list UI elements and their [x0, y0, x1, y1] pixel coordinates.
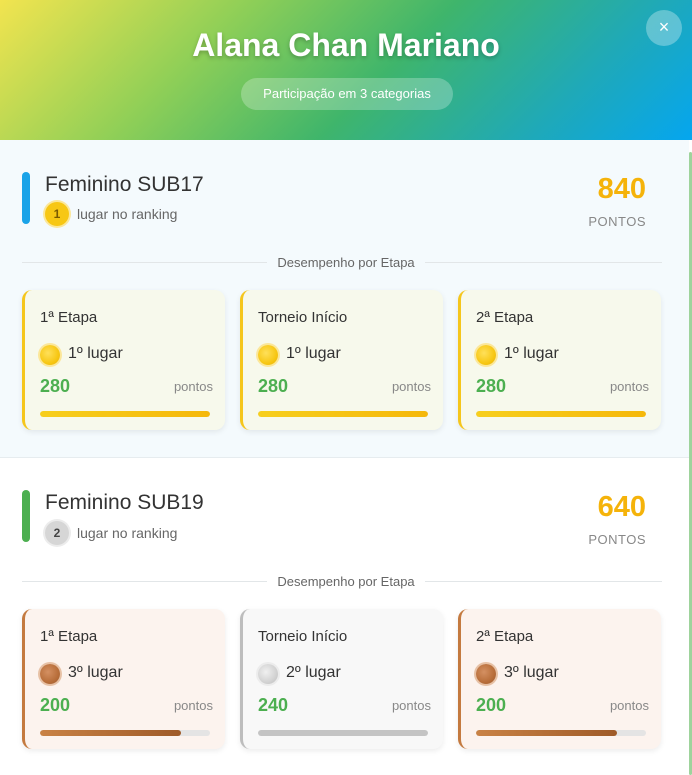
silver-medal-icon [258, 664, 278, 684]
stage-place: 1º lugar [504, 345, 559, 362]
rank-badge: 1 [45, 202, 69, 226]
stage-place: 2º lugar [286, 664, 341, 681]
total-points: 840 [597, 173, 646, 205]
stage-place: 3º lugar [68, 664, 123, 681]
stage-progress-fill [476, 411, 646, 417]
category-name: Feminino SUB17 [45, 173, 204, 196]
gold-medal-icon [476, 345, 496, 365]
stage-progress-fill [258, 730, 428, 736]
total-points: 640 [597, 491, 646, 523]
category-name: Feminino SUB19 [45, 491, 204, 514]
bronze-medal-icon [476, 664, 496, 684]
athlete-name: Alana Chan Mariano [192, 27, 500, 63]
stage-name: Torneio Início [258, 628, 348, 645]
close-button[interactable]: × [646, 10, 682, 46]
stage-progress-bar [476, 730, 646, 736]
modal-header: Alana Chan Mariano Participação em 3 cat… [0, 0, 692, 140]
stage-progress-bar [40, 730, 210, 736]
category-accent-bar [22, 490, 30, 542]
stage-progress-bar [258, 411, 428, 417]
stage-card[interactable]: Torneio Início 1º lugar 280 pontos [240, 290, 443, 430]
gold-medal-icon [258, 345, 278, 365]
stage-progress-fill [476, 730, 618, 736]
stage-card[interactable]: 2ª Etapa 1º lugar 280 pontos [458, 290, 661, 430]
rank-label: lugar no ranking [77, 525, 178, 541]
stage-points: 200 [476, 695, 507, 715]
stage-points-unit: pontos [609, 379, 649, 394]
stage-place: 1º lugar [68, 345, 123, 362]
divider-label: Desempenho por Etapa [0, 574, 692, 589]
stage-progress-fill [40, 411, 210, 417]
stage-points: 280 [258, 376, 289, 396]
stage-points-unit: pontos [391, 698, 431, 713]
stage-name: 1ª Etapa [40, 628, 98, 645]
stage-points-unit: pontos [173, 379, 213, 394]
divider-label: Desempenho por Etapa [0, 255, 692, 270]
categories-count-chip: Participação em 3 categorias [241, 78, 453, 110]
rank-label: lugar no ranking [77, 206, 178, 222]
stage-points: 280 [40, 376, 71, 396]
stage-place: 3º lugar [504, 664, 559, 681]
stage-name: Torneio Início [258, 309, 348, 326]
stage-points: 240 [258, 695, 289, 715]
total-points-unit: PONTOS [588, 532, 646, 547]
stage-points: 280 [476, 376, 507, 396]
stage-progress-fill [40, 730, 182, 736]
bronze-medal-icon [40, 664, 60, 684]
stage-progress-bar [476, 411, 646, 417]
stage-points-unit: pontos [173, 698, 213, 713]
category-section-sub19: Feminino SUB19 2 lugar no ranking 640 PO… [0, 458, 689, 775]
stage-progress-bar [258, 730, 428, 736]
rank-badge: 2 [45, 521, 69, 545]
stage-card[interactable]: Torneio Início 2º lugar 240 pontos [240, 609, 443, 749]
gold-medal-icon [40, 345, 60, 365]
stage-card[interactable]: 1ª Etapa 1º lugar 280 pontos [22, 290, 225, 430]
stage-name: 1ª Etapa [40, 309, 98, 326]
stage-card[interactable]: 1ª Etapa 3º lugar 200 pontos [22, 609, 225, 749]
stage-progress-fill [258, 411, 428, 417]
category-section-sub17: Feminino SUB17 1 lugar no ranking 840 PO… [0, 140, 689, 458]
stage-name: 2ª Etapa [476, 628, 534, 645]
stage-points-unit: pontos [609, 698, 649, 713]
stage-name: 2ª Etapa [476, 309, 534, 326]
stage-card[interactable]: 2ª Etapa 3º lugar 200 pontos [458, 609, 661, 749]
stage-place: 1º lugar [286, 345, 341, 362]
total-points-unit: PONTOS [588, 214, 646, 229]
stage-progress-bar [40, 411, 210, 417]
stage-points-unit: pontos [391, 379, 431, 394]
stage-points: 200 [40, 695, 71, 715]
category-accent-bar [22, 172, 30, 224]
